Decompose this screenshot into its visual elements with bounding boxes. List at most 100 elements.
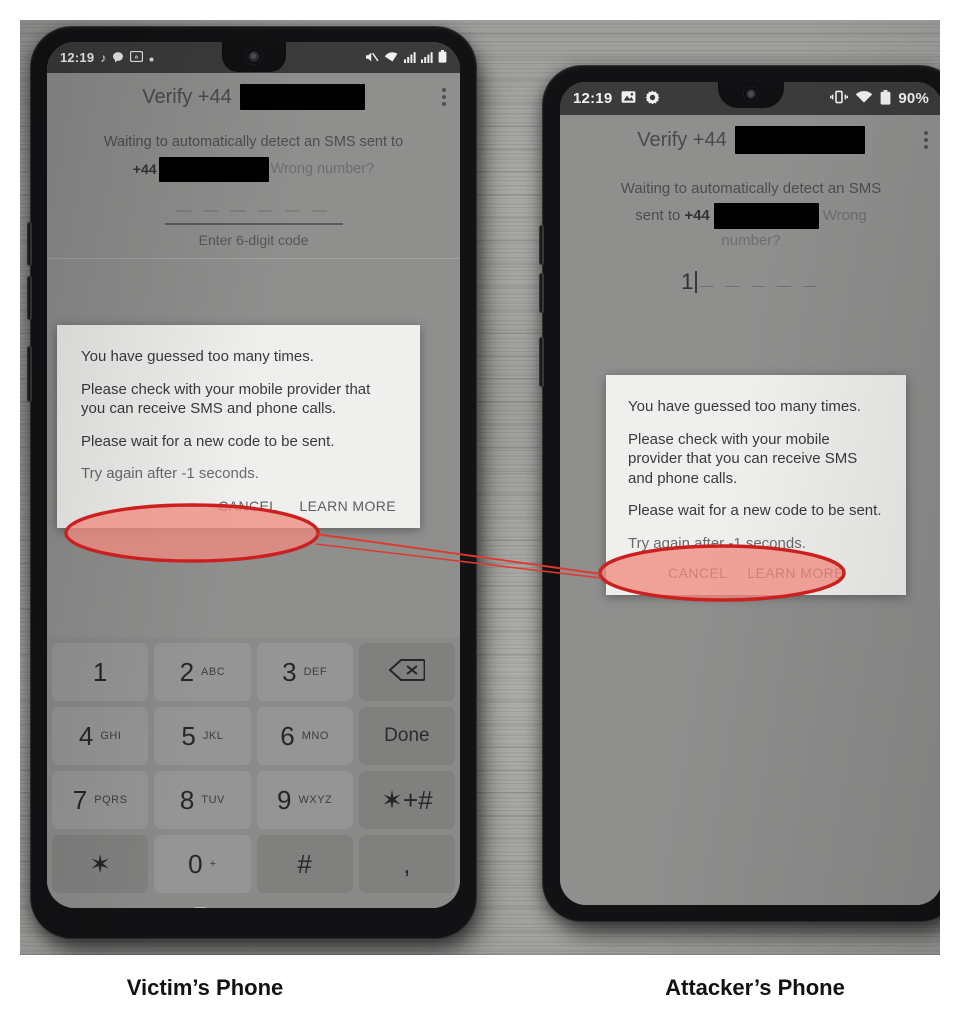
victim-code-underline	[164, 223, 343, 226]
keypad-backspace-key[interactable]	[358, 643, 455, 701]
keypad-key-label: 2	[179, 657, 195, 687]
chat-bubble-icon	[112, 51, 124, 65]
attacker-power-key[interactable]	[539, 337, 544, 387]
keypad-key-label: ✶	[89, 849, 112, 879]
keypad-key-label: 3	[282, 657, 297, 687]
attacker-app-title: Verify +44	[574, 126, 928, 154]
victim-volume-down-key[interactable]	[27, 276, 32, 320]
mute-icon	[365, 51, 379, 65]
victim-country-code: +44	[132, 161, 157, 178]
home-icon[interactable]	[191, 907, 210, 908]
front-camera-icon	[246, 49, 261, 64]
keypad-key-5[interactable]: 5 JKL	[154, 707, 251, 765]
attacker-redacted-phone-number	[734, 126, 865, 154]
keypad-star-key[interactable]: ✶	[52, 835, 149, 893]
victim-volume-up-key[interactable]	[27, 222, 32, 266]
keypad-key-label: 0	[188, 849, 203, 879]
battery-icon	[880, 89, 891, 108]
victim-phone-body: 12:19 ♪ a Verify +44 Waiting to automati…	[27, 26, 477, 939]
keypad-key-3[interactable]: 3 DEF	[256, 643, 353, 701]
attacker-volume-up-key[interactable]	[539, 225, 544, 265]
victim-status-bar: 12:19 ♪ a	[47, 42, 460, 73]
attacker-code-dashes: — — — — —	[699, 276, 821, 293]
keypad-key-6[interactable]: 6 MNO	[256, 707, 353, 765]
victim-redacted-number-inline	[158, 157, 269, 183]
victim-app-content: Verify +44 Waiting to automatically dete…	[47, 73, 460, 908]
keypad-key-sublabel: ABC	[201, 666, 226, 678]
attacker-dialog-learn-more-button[interactable]: LEARN MORE	[747, 565, 844, 581]
keypad-key-1[interactable]: 1	[52, 643, 149, 701]
keypad-key-sublabel: PQRS	[94, 794, 128, 806]
keypad-row: 4 GHI 5 JKL 6 MNO Done	[52, 707, 455, 765]
attacker-app-title-text: Verify +44	[637, 128, 727, 151]
victim-dialog-retry-text: Try again after -1 seconds.	[81, 465, 259, 482]
attacker-dialog-cancel-button[interactable]: CANCEL	[668, 565, 727, 581]
keypad-key-label: 1	[92, 657, 108, 687]
victim-status-left: 12:19 ♪ a	[47, 50, 154, 65]
attacker-code-field[interactable]: 1 — — — — —	[560, 270, 940, 293]
attacker-dialog-line2: Please check with your mobile provider t…	[628, 430, 858, 487]
attacker-wrong-number-link2[interactable]: number?	[572, 231, 930, 251]
keypad-row: 7 PQRS 8 TUV 9 WXYZ ✶+#	[52, 771, 455, 829]
keypad-key-2[interactable]: 2 ABC	[154, 643, 251, 701]
victim-dialog-line2: Please check with your mobile provider t…	[81, 380, 371, 418]
attacker-wrong-number-link[interactable]: Wrong	[823, 206, 867, 226]
attacker-status-bar: 12:19 90%	[560, 82, 940, 115]
victim-dialog-learn-more-button[interactable]: LEARN MORE	[299, 498, 396, 514]
keypad-key-sublabel: GHI	[100, 730, 122, 742]
keypad-key-label: 8	[179, 785, 195, 815]
victim-app-bar: Verify +44	[47, 73, 460, 121]
keypad-hash-key[interactable]: #	[256, 835, 353, 893]
victim-power-key[interactable]	[27, 346, 32, 402]
keypad-key-label: ✶+#	[381, 785, 433, 815]
attacker-battery-percent: 90%	[898, 90, 929, 107]
more-options-icon[interactable]	[442, 88, 446, 106]
keypad-key-label: #	[297, 849, 312, 879]
attacker-dialog-retry-text: Try again after -1 seconds.	[628, 534, 806, 552]
more-options-icon[interactable]	[924, 131, 928, 149]
attacker-app-content: Verify +44 Waiting to automatically dete…	[560, 115, 940, 905]
keypad-key-4[interactable]: 4 GHI	[52, 707, 149, 765]
keypad-key-0[interactable]: 0 +	[154, 835, 251, 893]
image-icon	[621, 90, 636, 107]
keypad-key-8[interactable]: 8 TUV	[154, 771, 251, 829]
victim-screen: 12:19 ♪ a Verify +44 Waiting to automati…	[47, 42, 460, 908]
dot-icon	[149, 51, 154, 64]
keypad-done-key[interactable]: Done	[358, 707, 455, 765]
figure-root: 12:19 ♪ a Verify +44 Waiting to automati…	[0, 0, 960, 1020]
victim-dialog-line3: Please wait for a new code to be sent.	[81, 432, 335, 450]
tiktok-icon: ♪	[100, 50, 107, 65]
victim-status-right	[365, 50, 460, 65]
keypad-key-9[interactable]: 9 WXYZ	[256, 771, 353, 829]
victim-error-dialog: You have guessed too many times. Please …	[57, 325, 420, 528]
attacker-status-left: 12:19	[560, 90, 660, 108]
attacker-country-code: +44	[684, 206, 710, 224]
wifi-icon	[855, 90, 873, 107]
attacker-screen: 12:19 90% Verify +44 Waiting to automati…	[560, 82, 940, 905]
attacker-waiting-line1: Waiting to automatically detect an SMS	[620, 180, 882, 197]
attacker-error-dialog: You have guessed too many times. Please …	[606, 375, 906, 595]
victim-code-field[interactable]: — — — — — — Enter 6-digit code	[47, 202, 460, 248]
attacker-status-time: 12:19	[573, 90, 613, 107]
victim-notch	[221, 42, 286, 72]
victim-dialog-line1: You have guessed too many times.	[81, 348, 314, 365]
victim-code-hint: Enter 6-digit code	[198, 232, 309, 249]
signal-bars-icon	[404, 51, 416, 65]
attacker-notch	[718, 82, 784, 108]
keypad-key-label: Done	[384, 725, 430, 746]
text-caret	[695, 270, 698, 293]
attacker-volume-down-key[interactable]	[539, 273, 544, 313]
backspace-icon	[388, 658, 426, 687]
gear-icon	[645, 90, 660, 108]
caption-attacker-phone: Attacker’s Phone	[665, 975, 845, 1000]
caption-victim-phone: Victim’s Phone	[126, 975, 284, 1000]
victim-dialog-cancel-button[interactable]: CANCEL	[218, 498, 277, 514]
keypad-comma-key[interactable]: ,	[358, 835, 455, 893]
victim-wrong-number-link[interactable]: Wrong number?	[271, 160, 375, 179]
keypad-key-sublabel: TUV	[201, 794, 225, 806]
keypad-key-sublabel: +	[209, 858, 217, 870]
keypad-row: ✶ 0 + # ,	[52, 835, 455, 893]
keypad-key-7[interactable]: 7 PQRS	[52, 771, 149, 829]
keypad-key-sublabel: JKL	[202, 730, 224, 742]
keypad-symbols-key[interactable]: ✶+#	[358, 771, 455, 829]
